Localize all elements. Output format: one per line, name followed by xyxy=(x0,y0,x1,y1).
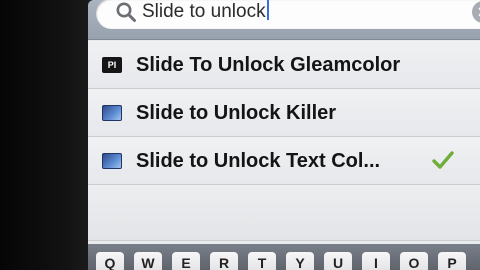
keyboard: Q W E R T Y U I O P xyxy=(88,244,480,270)
list-item[interactable]: Slide to Unlock Killer xyxy=(88,89,480,137)
key-w[interactable]: W xyxy=(134,252,162,270)
result-label: Slide to Unlock Killer xyxy=(136,102,337,124)
app-icon xyxy=(102,105,122,121)
list-item[interactable]: Slide to Unlock Text Col... xyxy=(88,137,480,185)
gleamcolor-app-icon: PI xyxy=(102,57,122,73)
text-cursor xyxy=(266,0,269,20)
search-results-list: PI Slide To Unlock Gleamcolor Slide to U… xyxy=(88,41,480,241)
key-i[interactable]: I xyxy=(362,252,390,270)
checkmark-icon xyxy=(432,151,454,169)
search-input[interactable]: Slide to unlock ✕ xyxy=(96,0,480,29)
key-r[interactable]: R xyxy=(210,252,238,270)
result-label: Slide To Unlock Gleamcolor xyxy=(136,54,401,76)
search-bar: Slide to unlock ✕ xyxy=(88,0,480,40)
key-o[interactable]: O xyxy=(400,252,428,270)
search-icon xyxy=(116,2,136,22)
empty-list-row xyxy=(88,185,480,241)
device-bezel xyxy=(0,0,92,270)
list-item[interactable]: PI Slide To Unlock Gleamcolor xyxy=(88,41,480,89)
clear-search-icon[interactable]: ✕ xyxy=(472,1,480,23)
key-e[interactable]: E xyxy=(172,252,200,270)
key-t[interactable]: T xyxy=(248,252,276,270)
key-u[interactable]: U xyxy=(324,252,352,270)
key-q[interactable]: Q xyxy=(96,252,124,270)
app-icon xyxy=(102,153,122,169)
search-query: Slide to unlock xyxy=(142,0,269,24)
result-label: Slide to Unlock Text Col... xyxy=(136,150,381,172)
phone-screen: Slide to unlock ✕ PI Slide To Unlock Gle… xyxy=(88,0,480,270)
key-p[interactable]: P xyxy=(438,252,466,270)
key-y[interactable]: Y xyxy=(286,252,314,270)
